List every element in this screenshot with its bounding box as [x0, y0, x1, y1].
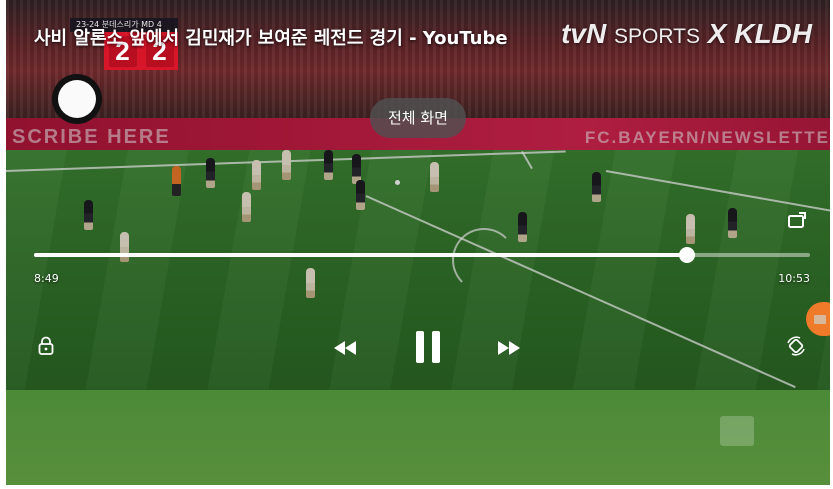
broadcaster-main: tvN [561, 18, 607, 49]
broadcaster-x: X [707, 18, 727, 49]
seek-bar[interactable] [34, 247, 810, 263]
rotate-icon[interactable] [782, 332, 810, 360]
fullscreen-icon[interactable] [784, 208, 810, 234]
broadcaster-logo: tvN SPORTS X KLDH [561, 18, 812, 50]
video-player[interactable]: SCRIBE HERE FC.BAYERN/NEWSLETTE 23-24 분데… [6, 0, 830, 485]
record-button-inner [58, 80, 96, 118]
fast-forward-icon[interactable] [492, 334, 526, 362]
broadcaster-sports: SPORTS [614, 25, 700, 48]
video-title: 사비 알론소 앞에서 김민재가 보여준 레전드 경기 - YouTube [34, 28, 508, 49]
seek-bar-thumb[interactable] [679, 247, 695, 263]
rewind-icon[interactable] [328, 334, 362, 362]
pause-icon[interactable] [408, 326, 448, 368]
pitch-lower [6, 390, 830, 485]
fullscreen-tooltip: 전체 화면 [370, 98, 466, 138]
current-time: 8:49 [34, 272, 59, 285]
floating-record-button[interactable] [52, 74, 102, 124]
seek-bar-progress [34, 253, 687, 257]
lock-icon[interactable] [34, 334, 58, 358]
broadcaster-partner: KLDH [734, 18, 812, 49]
duration: 10:53 [778, 272, 810, 285]
bundesliga-logo [720, 416, 754, 446]
side-tab-icon [814, 314, 826, 324]
